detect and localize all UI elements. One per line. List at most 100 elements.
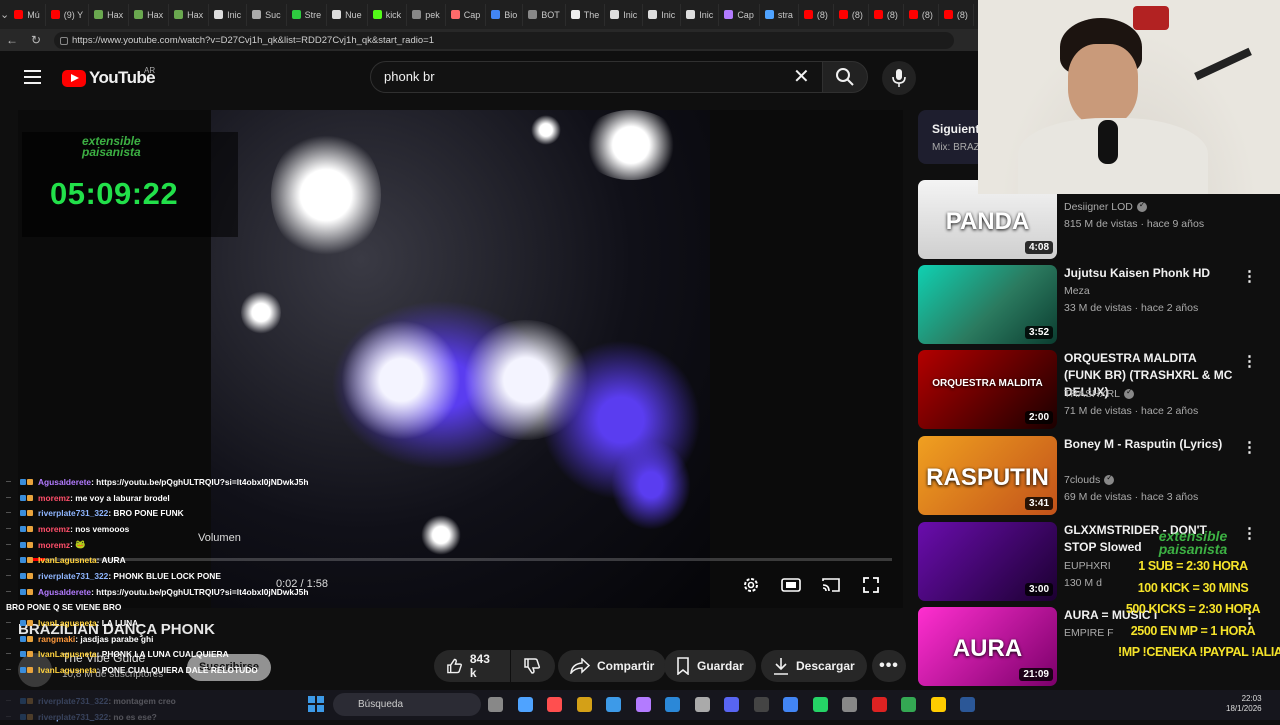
cast-icon[interactable] [820, 574, 842, 596]
browser-tab[interactable]: (8) [869, 3, 904, 26]
taskbar-app-icon[interactable] [547, 697, 562, 712]
browser-tab[interactable]: Hax [129, 3, 170, 26]
browser-tab[interactable]: The [566, 3, 606, 26]
browser-tab[interactable]: Cap [719, 3, 760, 26]
recommended-video-channel[interactable]: 7clouds [1064, 473, 1115, 486]
share-button[interactable]: Compartir [558, 650, 667, 682]
recommended-video-channel[interactable]: EMPIRE F [1064, 627, 1114, 639]
taskbar-app-icon[interactable] [812, 697, 828, 712]
video-thumbnail[interactable]: 3:52 [918, 265, 1057, 344]
search-input[interactable] [384, 69, 764, 84]
browser-tab[interactable]: Inic [209, 3, 248, 26]
download-button[interactable]: Descargar [761, 650, 867, 682]
recommended-video-channel[interactable]: Desiigner LOD [1064, 200, 1147, 213]
tab-label: The [583, 9, 600, 20]
recommended-video[interactable]: RASPUTIN 3:41 Boney M - Rasputin (Lyrics) 7… [918, 436, 1268, 516]
taskbar-app-icon[interactable] [576, 697, 592, 712]
chat-badge-icon [20, 494, 38, 501]
recommended-video-title[interactable]: Boney M - Rasputin (Lyrics) [1064, 436, 1234, 453]
recommended-video-channel[interactable]: EUPHXRI [1064, 560, 1111, 572]
browser-tab[interactable]: Inic [643, 3, 682, 26]
browser-tab[interactable]: (9) Y [46, 3, 90, 26]
search-box[interactable] [370, 61, 825, 93]
youtube-logo[interactable]: YouTube [62, 68, 156, 88]
voice-search-button[interactable] [882, 61, 916, 95]
recommended-video-channel[interactable]: Meza [1064, 285, 1090, 297]
dislike-button[interactable] [511, 650, 555, 682]
taskbar-app-icon[interactable] [871, 697, 887, 712]
browser-tab[interactable]: (8) [939, 3, 974, 26]
video-thumbnail[interactable]: 3:00 [918, 522, 1057, 601]
fullscreen-icon[interactable] [860, 574, 882, 596]
taskbar-app-icon[interactable] [901, 697, 916, 712]
recommended-video-meta: 71 M de vistas · hace 2 años [1064, 405, 1199, 417]
browser-tab[interactable]: stra [760, 3, 799, 26]
tab-favicon-icon [528, 10, 538, 19]
back-icon[interactable]: ← [0, 33, 24, 47]
browser-tab[interactable]: Bio [486, 3, 524, 26]
browser-tab[interactable]: (8) [799, 3, 834, 26]
chat-timestamp: — [6, 478, 11, 485]
more-vertical-icon[interactable]: ⋮ [1242, 269, 1257, 284]
taskbar-app-icon[interactable] [635, 697, 651, 712]
browser-tab[interactable]: Suc [247, 3, 287, 26]
video-thumbnail[interactable]: RASPUTIN 3:41 [918, 436, 1057, 515]
clear-search-icon[interactable]: ✕ [793, 66, 810, 88]
tab-favicon-icon [838, 10, 848, 19]
url-field[interactable]: https://www.youtube.com/watch?v=D27Cvj1h… [54, 31, 954, 49]
settings-icon[interactable] [740, 574, 762, 596]
recommended-video-channel[interactable]: TRASHXRL [1064, 387, 1135, 400]
taskbar-app-icon[interactable] [842, 697, 857, 712]
chat-timestamp: — [6, 588, 11, 595]
taskbar-app-icon[interactable] [753, 697, 769, 712]
taskbar-app-icon[interactable] [606, 697, 621, 712]
taskbar-app-icon[interactable] [694, 697, 710, 712]
chat-text: BRO PONE Q SE VIENE BRO [6, 602, 122, 613]
recommended-video-title[interactable]: Jujutsu Kaisen Phonk HD [1064, 265, 1234, 282]
video-duration: 21:09 [1019, 668, 1053, 681]
save-button[interactable]: Guardar [664, 650, 756, 682]
chat-timestamp: — [6, 541, 11, 548]
recommended-video[interactable]: 3:52 Jujutsu Kaisen Phonk HD Meza 33 M de v… [918, 265, 1268, 345]
more-vertical-icon[interactable]: ⋮ [1242, 440, 1257, 455]
browser-tab[interactable]: (8) [834, 3, 869, 26]
browser-tab[interactable]: Stre [287, 3, 328, 26]
taskbar-search[interactable]: Búsqueda [333, 693, 481, 716]
recommended-video[interactable]: ORQUESTRA MALDITA 2:00 ORQUESTRA MALDITA (… [918, 350, 1268, 430]
taskbar-app-icon[interactable] [665, 697, 680, 712]
browser-tab[interactable]: Cap [446, 3, 487, 26]
browser-tab[interactable]: Inic [681, 3, 720, 26]
tab-favicon-icon [491, 10, 501, 19]
like-button[interactable]: 843 k [434, 650, 510, 682]
tab-list-icon[interactable]: ⌄ [0, 8, 9, 21]
browser-tab[interactable]: Hax [89, 3, 130, 26]
browser-tab[interactable]: Nue [327, 3, 368, 26]
browser-tab[interactable]: kick [368, 3, 408, 26]
browser-tab[interactable]: pek [407, 3, 446, 26]
video-duration: 3:00 [1024, 583, 1053, 596]
video-thumbnail[interactable]: ORQUESTRA MALDITA 2:00 [918, 350, 1057, 429]
search-button[interactable] [822, 61, 868, 93]
taskbar-app-icon[interactable] [724, 697, 739, 712]
tab-label: kick [385, 9, 402, 20]
taskbar-app-icon[interactable] [783, 697, 798, 712]
reload-icon[interactable]: ↻ [24, 33, 48, 47]
more-actions-button[interactable]: ••• [872, 650, 906, 682]
taskbar-app-icon[interactable] [960, 697, 975, 712]
browser-tab[interactable]: Mú [9, 3, 46, 26]
windows-start-icon[interactable] [308, 696, 324, 712]
video-thumbnail[interactable]: AURA 21:09 [918, 607, 1057, 686]
more-vertical-icon[interactable]: ⋮ [1242, 354, 1257, 369]
browser-tab[interactable]: Inic [605, 3, 644, 26]
menu-icon[interactable] [24, 70, 41, 84]
browser-tab[interactable]: BOT [523, 3, 566, 26]
taskbar-app-icon[interactable] [488, 697, 503, 712]
webcam-person-face [1068, 44, 1138, 126]
taskbar-app-icon[interactable] [930, 697, 946, 712]
theater-mode-icon[interactable] [780, 574, 802, 596]
browser-tab[interactable]: Hax [169, 3, 210, 26]
taskbar-app-icon[interactable] [517, 697, 533, 712]
browser-tab[interactable]: (8) [904, 3, 939, 26]
tab-label: (8) [851, 9, 863, 20]
stream-chat-overlay: — Agusalderete: https://youtu.be/pQghULTR… [6, 474, 324, 725]
